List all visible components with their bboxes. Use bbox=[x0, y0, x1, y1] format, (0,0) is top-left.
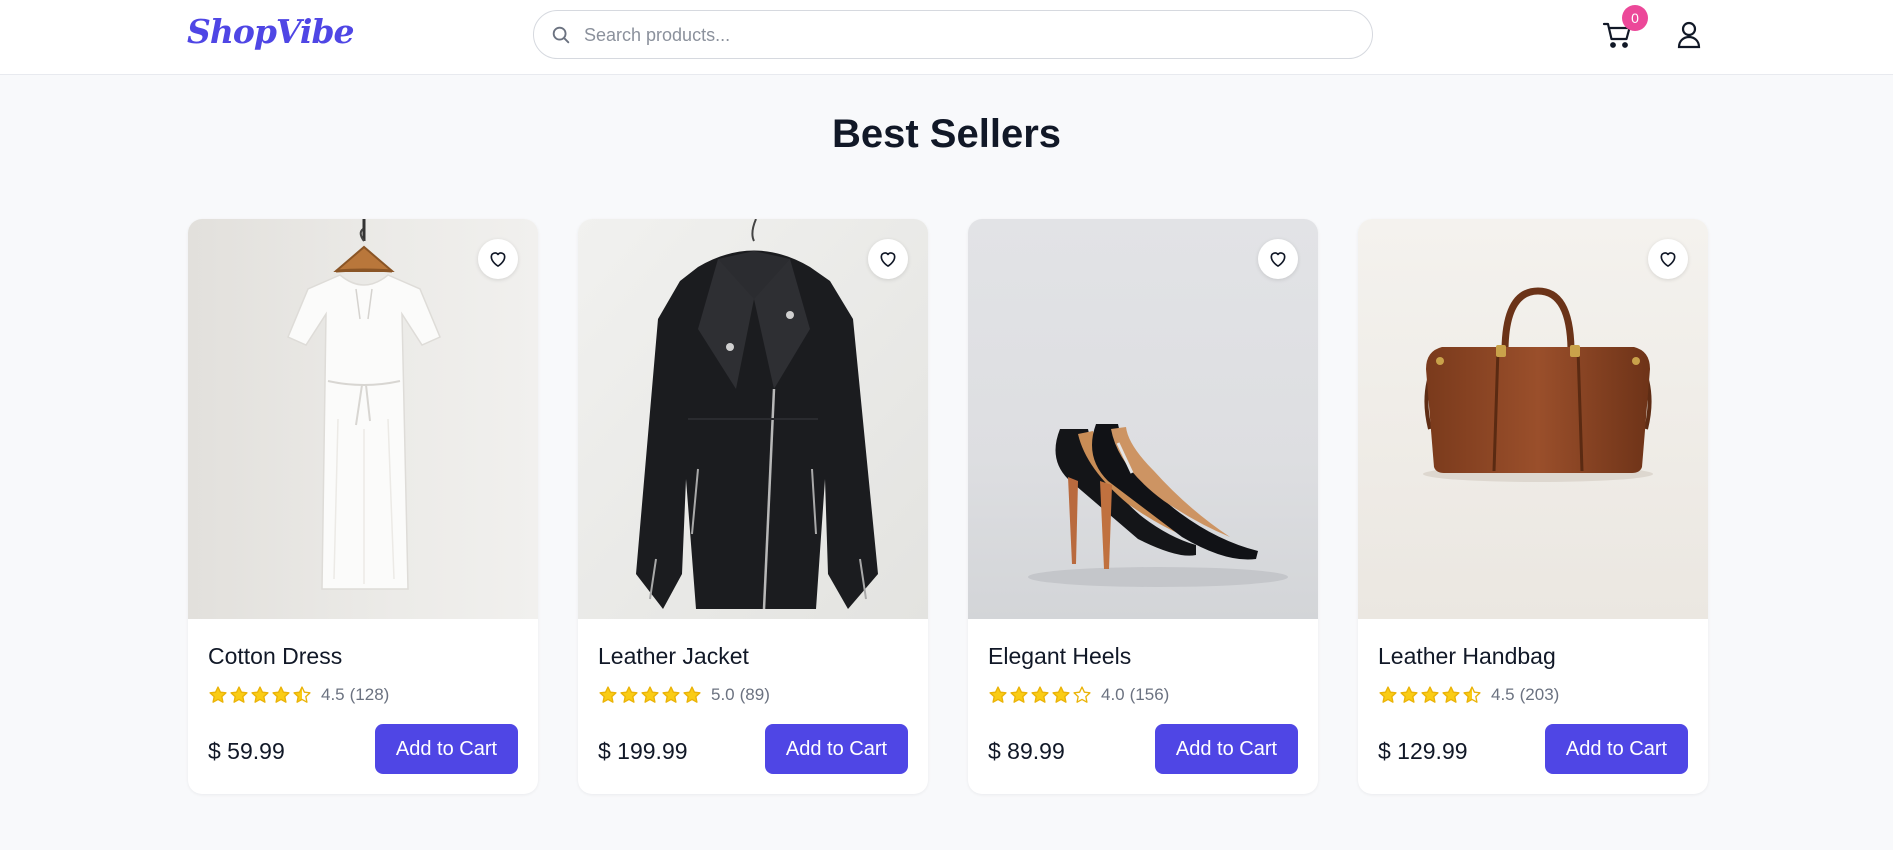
star-full-icon bbox=[272, 686, 290, 703]
star-rating bbox=[208, 685, 312, 705]
review-count: (128) bbox=[349, 685, 390, 704]
search-input[interactable] bbox=[584, 19, 1354, 51]
star-full-icon bbox=[641, 686, 659, 703]
product-image[interactable] bbox=[578, 219, 928, 619]
review-count: (203) bbox=[1519, 685, 1560, 704]
product-name[interactable]: Leather Jacket bbox=[598, 643, 749, 670]
star-rating bbox=[988, 685, 1092, 705]
product-rating: 4.5 (128) bbox=[208, 683, 389, 707]
wishlist-button[interactable] bbox=[868, 239, 908, 279]
heart-icon bbox=[1660, 252, 1676, 267]
product-card[interactable]: Leather Handbag 4.5 (203) $ 129.99 Add to… bbox=[1358, 219, 1708, 794]
star-full-icon bbox=[989, 686, 1007, 703]
page-title: Best Sellers bbox=[831, 112, 1062, 156]
heart-icon bbox=[1270, 252, 1286, 267]
product-name[interactable]: Elegant Heels bbox=[988, 643, 1131, 670]
star-full-icon bbox=[1031, 686, 1049, 703]
star-full-icon bbox=[683, 686, 701, 703]
review-count: (89) bbox=[739, 685, 770, 704]
product-card[interactable]: Elegant Heels 4.0 (156) $ 89.99 Add to Ca… bbox=[968, 219, 1318, 794]
brand-logo[interactable]: ShopVibe bbox=[187, 12, 355, 51]
wishlist-button[interactable] bbox=[1258, 239, 1298, 279]
product-price: $ 129.99 bbox=[1378, 738, 1468, 764]
wishlist-button[interactable] bbox=[1648, 239, 1688, 279]
add-to-cart-button[interactable]: Add to Cart bbox=[765, 724, 908, 774]
add-to-cart-button[interactable]: Add to Cart bbox=[375, 724, 518, 774]
star-full-icon bbox=[1052, 686, 1070, 703]
star-full-icon bbox=[599, 686, 617, 703]
star-full-icon bbox=[620, 686, 638, 703]
rating-value: 4.5 bbox=[321, 685, 345, 704]
star-full-icon bbox=[1442, 686, 1460, 703]
star-rating bbox=[598, 685, 702, 705]
star-full-icon bbox=[209, 686, 227, 703]
heart-icon bbox=[490, 252, 506, 267]
star-full-icon bbox=[1010, 686, 1028, 703]
wishlist-button[interactable] bbox=[478, 239, 518, 279]
product-name[interactable]: Cotton Dress bbox=[208, 643, 342, 670]
product-price: $ 89.99 bbox=[988, 738, 1065, 764]
add-to-cart-button[interactable]: Add to Cart bbox=[1155, 724, 1298, 774]
product-card[interactable]: Cotton Dress 4.5 (128) $ 59.99 Add to Car… bbox=[188, 219, 538, 794]
rating-value: 4.0 bbox=[1101, 685, 1125, 704]
star-half-icon bbox=[293, 686, 311, 703]
star-full-icon bbox=[1421, 686, 1439, 703]
product-rating: 4.0 (156) bbox=[988, 683, 1169, 707]
product-card[interactable]: Leather Jacket 5.0 (89) $ 199.99 Add to C… bbox=[578, 219, 928, 794]
top-header: ShopVibe 0 bbox=[0, 0, 1893, 75]
product-price: $ 59.99 bbox=[208, 738, 285, 764]
product-rating: 4.5 (203) bbox=[1378, 683, 1559, 707]
product-image[interactable] bbox=[968, 219, 1318, 619]
product-image[interactable] bbox=[1358, 219, 1708, 619]
rating-value: 5.0 bbox=[711, 685, 735, 704]
star-full-icon bbox=[251, 686, 269, 703]
cart-count-badge: 0 bbox=[1622, 5, 1648, 31]
product-image[interactable] bbox=[188, 219, 538, 619]
add-to-cart-button[interactable]: Add to Cart bbox=[1545, 724, 1688, 774]
star-half-icon bbox=[1463, 686, 1481, 703]
search-icon bbox=[552, 26, 570, 44]
heart-icon bbox=[880, 252, 896, 267]
rating-value: 4.5 bbox=[1491, 685, 1515, 704]
star-rating bbox=[1378, 685, 1482, 705]
search-bar[interactable] bbox=[533, 10, 1373, 59]
product-name[interactable]: Leather Handbag bbox=[1378, 643, 1556, 670]
star-full-icon bbox=[230, 686, 248, 703]
star-full-icon bbox=[1379, 686, 1397, 703]
star-full-icon bbox=[1400, 686, 1418, 703]
user-icon bbox=[1677, 21, 1701, 49]
product-rating: 5.0 (89) bbox=[598, 683, 770, 707]
account-button[interactable] bbox=[1672, 18, 1706, 52]
product-price: $ 199.99 bbox=[598, 738, 688, 764]
star-empty-icon bbox=[1073, 686, 1091, 703]
review-count: (156) bbox=[1129, 685, 1170, 704]
star-full-icon bbox=[662, 686, 680, 703]
